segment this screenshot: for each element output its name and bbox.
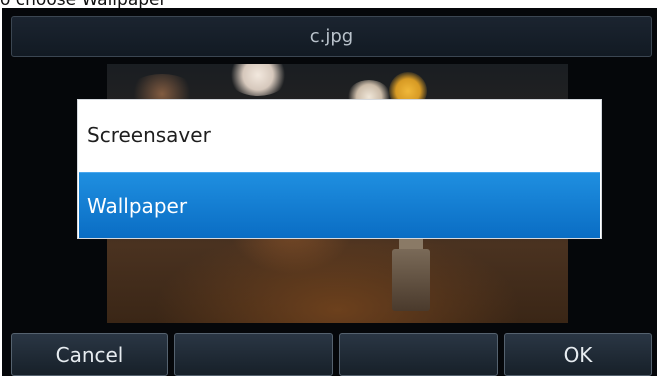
robot-figure [392, 249, 430, 311]
menu-item-wallpaper[interactable]: Wallpaper [79, 172, 600, 238]
menu-item-label: Wallpaper [87, 193, 188, 218]
menu-item-screensaver[interactable]: Screensaver [79, 102, 600, 168]
ok-softkey[interactable]: OK [504, 333, 652, 376]
menu-item-label: Screensaver [87, 123, 211, 147]
set-as-menu: Screensaver Wallpaper [77, 99, 602, 239]
empty-softkey-3[interactable] [339, 333, 498, 376]
image-filename-title: c.jpg [309, 26, 354, 47]
softkey-bar: Cancel OK [11, 333, 652, 376]
cancel-softkey[interactable]: Cancel [11, 333, 168, 376]
title-bar: c.jpg [11, 16, 652, 57]
empty-softkey-2[interactable] [174, 333, 333, 376]
phone-screen: c.jpg Screensaver Wallpaper Cancel OK [2, 8, 657, 376]
softkey-label: OK [563, 342, 593, 367]
bokeh-light [227, 64, 289, 96]
softkey-label: Cancel [55, 342, 124, 367]
